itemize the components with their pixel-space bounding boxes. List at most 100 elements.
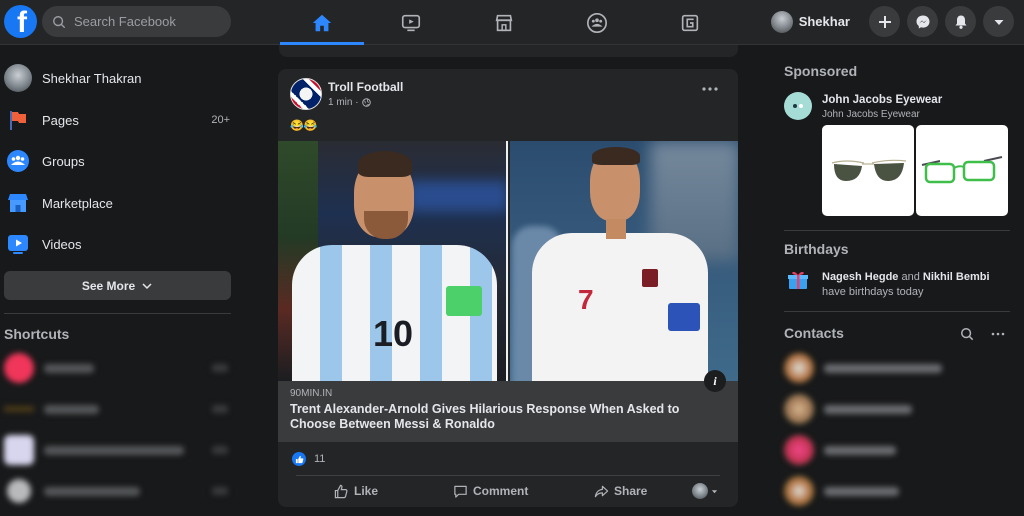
birthday-connector: and (898, 271, 923, 283)
sidebar-item-videos[interactable]: Videos (4, 224, 234, 264)
post-author[interactable]: Troll Football (328, 80, 403, 94)
contact-item[interactable] (784, 433, 1004, 467)
facebook-logo[interactable]: f (4, 5, 37, 38)
create-button[interactable] (869, 6, 900, 37)
right-sidebar: Sponsored John Jacobs Eyewear John Jacob… (784, 46, 1014, 516)
birthday-text[interactable]: Nagesh Hegde and Nikhil Bembi have birth… (822, 270, 990, 300)
tab-groups[interactable] (555, 0, 639, 45)
bell-icon (955, 15, 966, 29)
meta-separator: · (352, 97, 359, 108)
shortcuts-heading: Shortcuts (4, 326, 70, 342)
sidebar-item-label: Pages (42, 112, 79, 128)
like-label: Like (354, 484, 379, 498)
contacts-heading: Contacts (784, 325, 844, 341)
advertiser-name[interactable]: John Jacobs Eyewear (822, 94, 942, 106)
caret-down-icon (994, 19, 1003, 25)
comment-button[interactable]: Comment (453, 484, 528, 499)
sidebar-item-marketplace[interactable]: Marketplace (4, 183, 234, 223)
comment-icon (454, 485, 467, 498)
contacts-search-button[interactable] (959, 326, 975, 342)
more-options-icon (991, 332, 1005, 336)
shortcut-item[interactable] (4, 392, 234, 426)
image-divider (506, 141, 508, 381)
sunglasses-icon (831, 159, 907, 181)
caret-down-icon (711, 489, 718, 493)
profile-name: Shekhar (798, 14, 850, 29)
ad-image-sunglasses[interactable] (822, 125, 914, 216)
tab-watch[interactable] (369, 0, 453, 45)
avatar (770, 10, 793, 33)
search-icon (53, 15, 66, 28)
tab-home[interactable] (280, 0, 364, 45)
top-navigation-bar: f Shekhar (0, 0, 1024, 45)
sidebar-item-label: Videos (42, 236, 82, 252)
sidebar-item-label: Groups (42, 153, 85, 169)
profile-shortcut[interactable]: Shekhar (770, 10, 850, 33)
contacts-options-button[interactable] (990, 326, 1006, 342)
sidebar-item-pages[interactable]: Pages 20+ (4, 100, 234, 140)
see-more-label: See More (81, 278, 136, 293)
like-button[interactable]: Like (334, 484, 378, 499)
birthday-person-1[interactable]: Nagesh Hegde (822, 271, 898, 283)
birthday-person-2[interactable]: Nikhil Bembi (923, 271, 990, 283)
contact-item[interactable] (784, 351, 1004, 385)
birthday-suffix: have birthdays today (822, 286, 924, 298)
sidebar-item-groups[interactable]: Groups (4, 141, 234, 181)
messi-photo: 10 (278, 141, 506, 381)
reaction-summary[interactable]: 11 (292, 452, 325, 466)
tab-marketplace[interactable] (462, 0, 546, 45)
more-options-icon (702, 87, 718, 91)
info-button[interactable]: i (704, 370, 726, 392)
ad-image-eyeglasses[interactable] (916, 125, 1008, 216)
groups-icon (587, 12, 607, 33)
avatar (4, 64, 32, 92)
search-box[interactable] (42, 6, 231, 37)
shortcut-item[interactable] (4, 474, 234, 508)
shortcut-item[interactable] (4, 433, 234, 467)
video-icon (401, 14, 421, 31)
share-button[interactable]: Share (594, 484, 647, 499)
sidebar-item-profile[interactable]: Shekhar Thakran (4, 58, 234, 98)
advertiser-logo[interactable] (784, 92, 812, 120)
sidebar-item-label: Marketplace (42, 195, 113, 211)
post-time[interactable]: 1 min (328, 97, 352, 108)
shortcut-item[interactable] (4, 351, 234, 385)
link-domain: 90MIN.IN (290, 388, 333, 399)
feed-post: Troll Football 1 min · 😂😂 10 7 i 90MIN.I… (278, 69, 738, 507)
page-avatar[interactable] (290, 78, 322, 110)
pages-count-badge: 20+ (211, 114, 230, 126)
store-icon (8, 194, 28, 212)
post-image[interactable]: 10 7 i (278, 141, 738, 392)
video-icon (8, 235, 28, 254)
advertiser-subtitle: John Jacobs Eyewear (822, 109, 920, 120)
account-controls: Shekhar (770, 6, 1014, 37)
like-reaction-icon (292, 452, 306, 466)
tab-gaming[interactable] (648, 0, 732, 45)
notifications-button[interactable] (945, 6, 976, 37)
jersey-number: 10 (373, 313, 414, 354)
eyeglasses-icon (921, 155, 1003, 183)
post-options-button[interactable] (700, 83, 720, 95)
globe-icon (361, 98, 371, 107)
messenger-icon (916, 15, 929, 28)
sidebar-divider (784, 230, 1010, 231)
search-input[interactable] (74, 14, 224, 29)
see-more-button[interactable]: See More (4, 271, 231, 300)
share-label: Share (614, 484, 648, 498)
link-title[interactable]: Trent Alexander-Arnold Gives Hilarious R… (290, 402, 720, 432)
account-menu-button[interactable] (983, 6, 1014, 37)
link-preview[interactable]: 90MIN.IN Trent Alexander-Arnold Gives Hi… (278, 381, 738, 442)
gift-icon (788, 271, 808, 289)
reaction-count: 11 (314, 453, 326, 465)
messenger-button[interactable] (907, 6, 938, 37)
contact-item[interactable] (784, 392, 1004, 426)
avatar (692, 483, 708, 499)
left-sidebar: Shekhar Thakran Pages 20+ Groups Marketp… (0, 46, 240, 516)
react-as-selector[interactable] (692, 483, 718, 499)
contact-item[interactable] (784, 474, 1004, 508)
plus-icon (878, 15, 891, 28)
share-icon (594, 485, 609, 497)
search-icon (961, 328, 974, 341)
post-actions: Like Comment Share (278, 479, 738, 503)
previous-feed-card (279, 45, 738, 57)
